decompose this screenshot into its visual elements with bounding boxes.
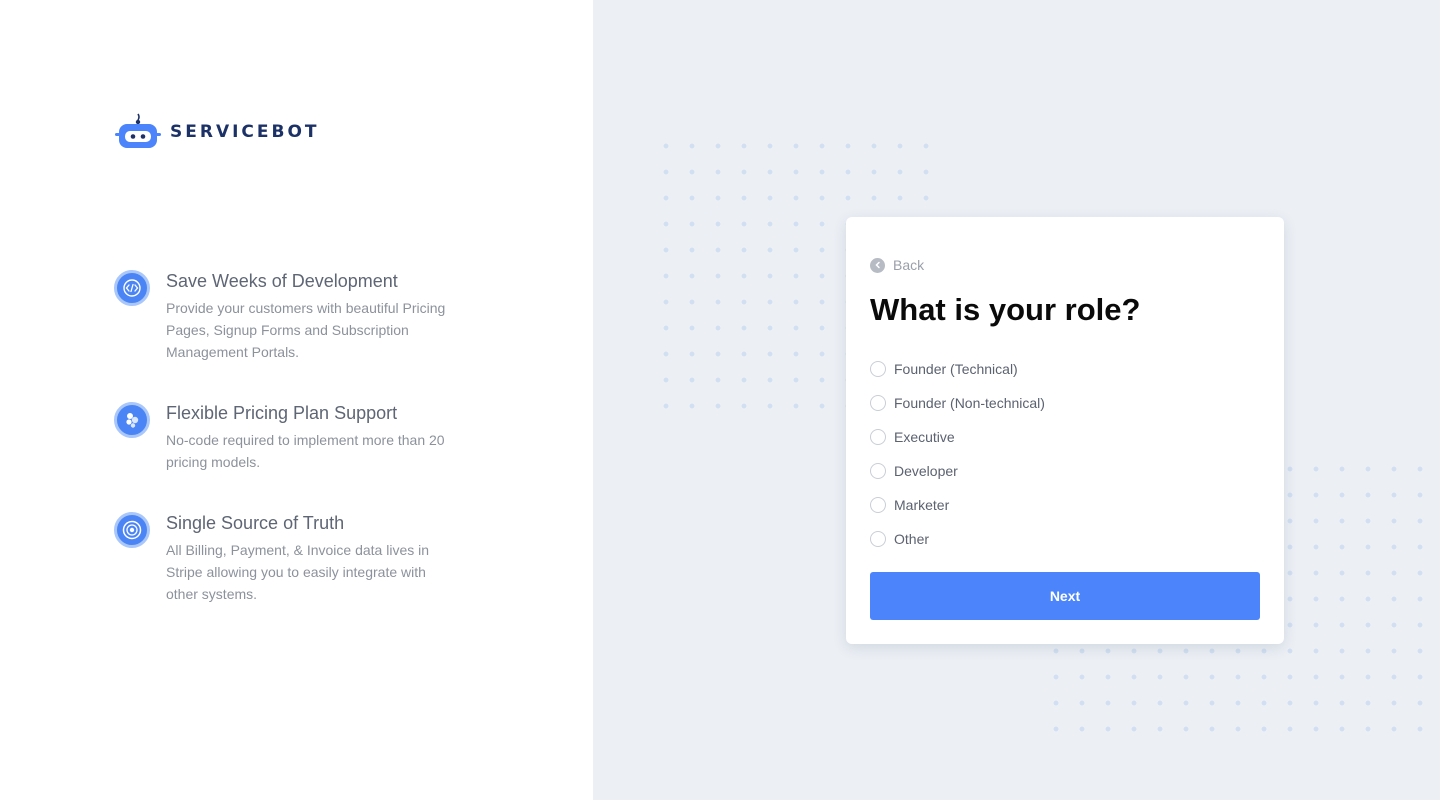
feature-title: Single Source of Truth: [166, 513, 345, 533]
radio-button[interactable]: [870, 395, 886, 411]
back-button[interactable]: Back: [870, 257, 924, 273]
option-label: Marketer: [894, 497, 950, 513]
radio-button[interactable]: [870, 463, 886, 479]
robot-logo-icon: [114, 112, 162, 152]
chevron-left-icon: [870, 257, 885, 273]
radio-button[interactable]: [870, 531, 886, 547]
option-label: Other: [894, 531, 930, 547]
next-button[interactable]: Next: [870, 572, 1260, 620]
back-label: Back: [893, 257, 925, 273]
feature-pricing: Flexible Pricing Plan Support No-code re…: [114, 402, 446, 473]
option-label: Founder (Technical): [894, 361, 1018, 377]
feature-description: All Billing, Payment, & Invoice data liv…: [166, 542, 430, 602]
brand-name: SERVICEBOT: [170, 122, 320, 142]
role-form-card: Back What is your role? Founder (Technic…: [846, 217, 1284, 644]
feature-description: Provide your customers with beautiful Pr…: [166, 300, 446, 360]
option-label: Executive: [894, 429, 955, 445]
option-label: Developer: [894, 463, 958, 479]
target-icon: [114, 512, 150, 548]
role-option-marketer[interactable]: Marketer: [870, 488, 1045, 522]
code-icon: [114, 270, 150, 306]
option-label: Founder (Non-technical): [894, 395, 1045, 411]
role-option-other[interactable]: Other: [870, 522, 1045, 556]
feature-truth: Single Source of Truth All Billing, Paym…: [114, 512, 446, 605]
role-option-executive[interactable]: Executive: [870, 420, 1045, 454]
role-options: Founder (Technical) Founder (Non-technic…: [870, 352, 1045, 556]
page-title: What is your role?: [870, 292, 1141, 327]
feature-title: Flexible Pricing Plan Support: [166, 403, 398, 423]
bubbles-icon: [114, 402, 150, 438]
feature-development: Save Weeks of Development Provide your c…: [114, 270, 446, 363]
servicebot-logo[interactable]: SERVICEBOT: [114, 112, 320, 152]
role-option-founder-technical[interactable]: Founder (Technical): [870, 352, 1045, 386]
radio-button[interactable]: [870, 497, 886, 513]
role-option-founder-non-technical[interactable]: Founder (Non-technical): [870, 386, 1045, 420]
radio-button[interactable]: [870, 361, 886, 377]
left-panel: SERVICEBOT Save Weeks of Development Pro…: [0, 0, 593, 800]
feature-description: No-code required to implement more than …: [166, 432, 445, 470]
role-option-developer[interactable]: Developer: [870, 454, 1045, 488]
feature-title: Save Weeks of Development: [166, 271, 398, 291]
radio-button[interactable]: [870, 429, 886, 445]
